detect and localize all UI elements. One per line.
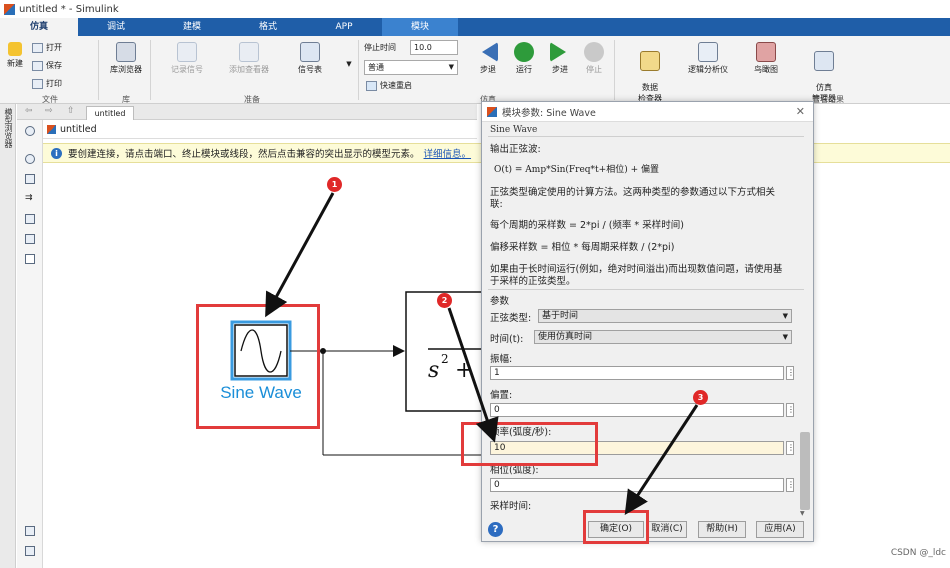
watermark: CSDN @_ldc xyxy=(890,548,946,558)
annotation-badge-2: 2 xyxy=(437,293,452,308)
annotation-badge-3: 3 xyxy=(693,390,708,405)
annotation-arrows xyxy=(265,192,699,516)
annotation-badge-1: 1 xyxy=(327,177,342,192)
